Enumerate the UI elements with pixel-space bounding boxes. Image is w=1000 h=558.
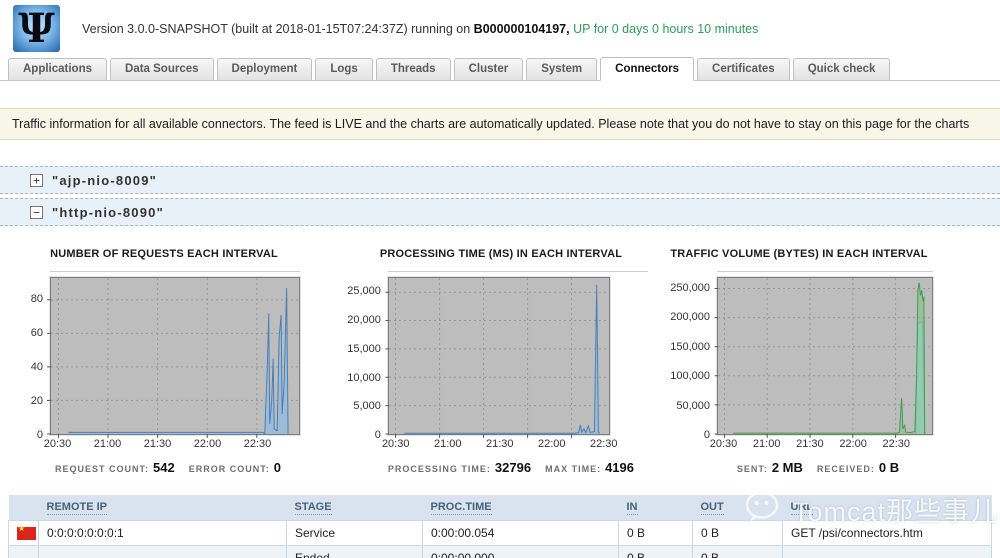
- table-cell: 0:00:00.000: [422, 544, 619, 558]
- table-row: Ended 0:00:00.000 0 B0 B: [8, 544, 992, 558]
- country-flag-cell: [8, 544, 39, 558]
- table-cell: 0 B: [618, 544, 693, 558]
- x-axis-labels: 20:30 21:00 21:30 22:00 22:30: [709, 438, 911, 450]
- chart-footer: PROCESSING TIME: 32796 MAX TIME: 4196: [388, 459, 648, 477]
- chart-title: NUMBER OF REQUESTS EACH INTERVAL: [50, 248, 278, 260]
- chart-title: PROCESSING TIME (MS) IN EACH INTERVAL: [379, 248, 623, 260]
- tab-applications[interactable]: Applications: [8, 58, 108, 80]
- chart-plot: [717, 277, 933, 435]
- table-cell: Service: [286, 519, 423, 546]
- stat-label: SENT:: [736, 464, 768, 474]
- stat-value: 2 MB: [771, 460, 803, 475]
- hostname: B000000104197,: [473, 21, 570, 36]
- stat-value: 0 B: [878, 460, 900, 475]
- stat-value: 4196: [605, 460, 634, 475]
- table-cell: 0 B: [692, 544, 783, 558]
- country-flag-cell: ★: [8, 519, 39, 546]
- chart-title: TRAFFIC VOLUME (BYTES) IN EACH INTERVAL: [670, 248, 928, 260]
- chart-footer: REQUEST COUNT: 542 ERROR COUNT: 0: [50, 459, 300, 477]
- stat-label: REQUEST COUNT:: [55, 464, 150, 474]
- connector-name: "ajp-nio-8009": [52, 172, 157, 188]
- chart-plot: [388, 277, 610, 435]
- stat-value: 0: [273, 460, 281, 475]
- requests-table: REMOTE IP STAGE PROC.TIME IN OUT URL ★ 0:0:0:0…: [8, 495, 992, 558]
- traffic-volume-chart: TRAFFIC VOLUME (BYTES) IN EACH INTERVAL …: [665, 248, 933, 477]
- column-sort-proc-time[interactable]: PROC.TIME: [430, 501, 492, 516]
- table-cell: [782, 544, 992, 558]
- table-cell: 0 B: [618, 519, 693, 546]
- table-cell: 0:00:00.054: [422, 519, 619, 546]
- tab-logs[interactable]: Logs: [315, 58, 373, 80]
- stat-label: ERROR COUNT:: [188, 464, 270, 474]
- column-sort-remote-ip[interactable]: REMOTE IP: [46, 501, 108, 516]
- tab-deployment[interactable]: Deployment: [216, 58, 313, 80]
- connector-section-toggle[interactable]: − "http-nio-8090": [0, 198, 1000, 226]
- tab-data-sources[interactable]: Data Sources: [110, 58, 214, 80]
- connector-name: "http-nio-8090": [52, 204, 164, 220]
- main-tabbar: Applications Data Sources Deployment Logs Th…: [0, 57, 1000, 81]
- cn-flag-icon: ★: [17, 524, 36, 540]
- table-cell: 0 B: [692, 519, 783, 546]
- stat-value: 542: [153, 460, 175, 475]
- column-sort-out[interactable]: OUT: [700, 501, 724, 516]
- tab-certificates[interactable]: Certificates: [697, 58, 790, 80]
- collapse-icon[interactable]: −: [30, 205, 43, 219]
- tab-threads[interactable]: Threads: [375, 58, 451, 80]
- column-sort-url[interactable]: URL: [790, 501, 814, 516]
- x-axis-labels: 20:30 21:00 21:30 22:00 22:30: [43, 438, 272, 450]
- connector-list: + "ajp-nio-8009" − "http-nio-8090": [0, 166, 1000, 226]
- uptime-text: UP for 0 days 0 hours 10 minutes: [569, 21, 759, 36]
- chart-footer: SENT: 2 MB RECEIVED: 0 B: [717, 459, 933, 477]
- stat-label: RECEIVED:: [816, 464, 875, 474]
- column-sort-stage[interactable]: STAGE: [294, 501, 332, 516]
- connector-section-toggle[interactable]: + "ajp-nio-8009": [0, 166, 1000, 194]
- table-cell: [38, 544, 287, 558]
- table-row: ★ 0:0:0:0:0:0:0:1 Service 0:00:00.054 0 B0 B…: [8, 519, 992, 546]
- table-cell: 0:0:0:0:0:0:0:1: [38, 519, 287, 546]
- charts-area: NUMBER OF REQUESTS EACH INTERVAL 0 20 40 60…: [0, 248, 1000, 477]
- app-header: Ψ Version 3.0.0-SNAPSHOT (built at 2018-…: [0, 0, 1000, 57]
- table-cell: Ended: [286, 544, 423, 558]
- info-banner: Traffic information for all available co…: [0, 108, 1000, 140]
- tab-system[interactable]: System: [526, 58, 598, 80]
- column-sort-in[interactable]: IN: [626, 501, 638, 516]
- table-header-row: REMOTE IP STAGE PROC.TIME IN OUT URL: [8, 495, 992, 520]
- requests-chart: NUMBER OF REQUESTS EACH INTERVAL 0 20 40 60…: [20, 248, 308, 477]
- psi-probe-logo-icon: Ψ: [13, 5, 60, 52]
- version-line: Version 3.0.0-SNAPSHOT (built at 2018-01…: [82, 22, 758, 36]
- tab-cluster[interactable]: Cluster: [453, 58, 524, 80]
- x-axis-labels: 20:30 21:00 21:30 22:00 22:30: [381, 438, 618, 450]
- tab-connectors[interactable]: Connectors: [600, 57, 695, 81]
- stat-label: MAX TIME:: [545, 464, 602, 474]
- table-cell: GET /psi/connectors.htm: [782, 519, 992, 546]
- stat-value: 32796: [494, 460, 532, 475]
- expand-icon[interactable]: +: [30, 173, 43, 187]
- stat-label: PROCESSING TIME:: [387, 464, 491, 474]
- processing-time-chart: PROCESSING TIME (MS) IN EACH INTERVAL 05…: [347, 248, 649, 477]
- version-text: Version 3.0.0-SNAPSHOT (built at 2018-01…: [82, 21, 474, 36]
- tab-quick-check[interactable]: Quick check: [792, 58, 891, 80]
- requests-table-wrap: REMOTE IP STAGE PROC.TIME IN OUT URL ★ 0:0:0:0…: [0, 495, 1000, 558]
- chart-plot: [50, 277, 300, 435]
